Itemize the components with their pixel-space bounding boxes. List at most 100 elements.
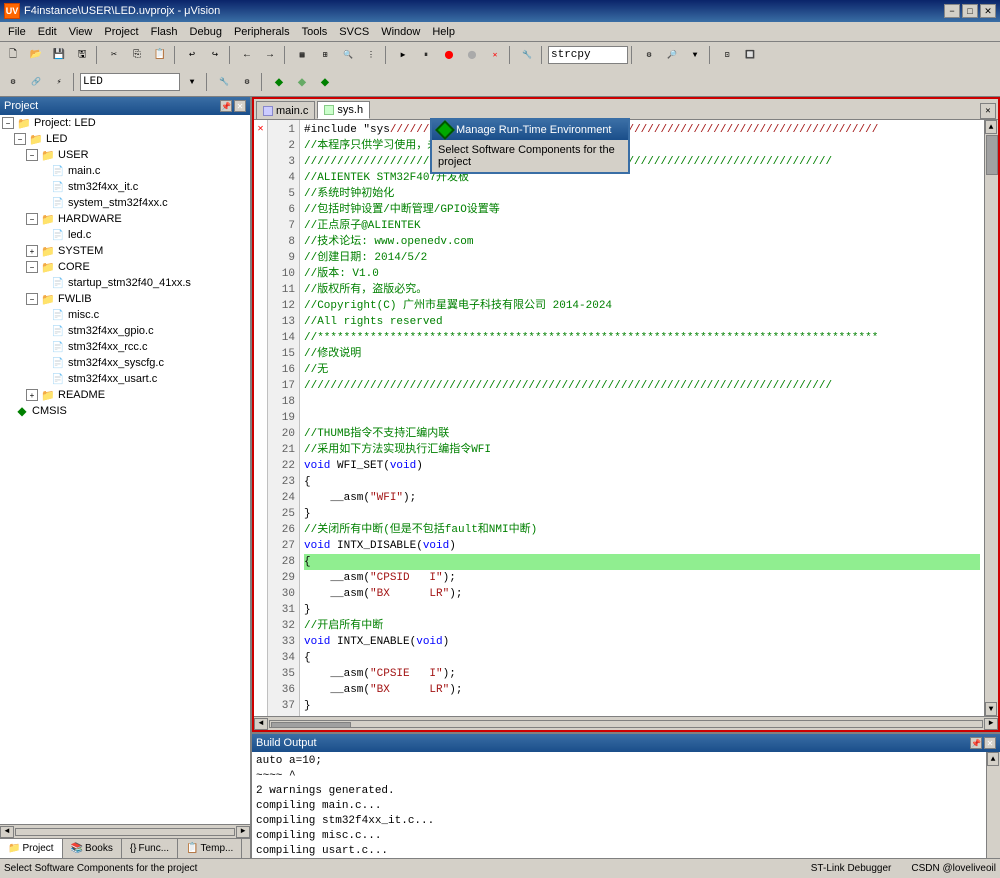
menu-peripherals[interactable]: Peripherals <box>228 25 296 39</box>
panel-tab-func[interactable]: {} Func... <box>122 839 178 858</box>
tree-item-readme[interactable]: + 📁 README <box>0 387 250 403</box>
toolbar-undo[interactable]: ↩ <box>181 45 203 65</box>
tree-item-led[interactable]: − 📁 LED <box>0 131 250 147</box>
toolbar-b7[interactable]: ⬤ <box>438 45 460 65</box>
toolbar-b15[interactable]: 🔲 <box>739 45 761 65</box>
toolbar-b13[interactable]: ▼ <box>684 45 706 65</box>
close-editor-button[interactable]: ✕ <box>980 103 996 119</box>
toolbar-b8[interactable]: ⬤ <box>461 45 483 65</box>
toolbar-b10[interactable]: 🔧 <box>516 45 538 65</box>
tab-sys-h[interactable]: sys.h <box>317 101 370 119</box>
tree-item-stm32-it[interactable]: 📄 stm32f4xx_it.c <box>0 179 250 195</box>
scroll-up-btn[interactable]: ▲ <box>985 120 997 134</box>
toolbar-paste[interactable]: 📋 <box>149 45 171 65</box>
tree-item-system-folder[interactable]: + 📁 SYSTEM <box>0 243 250 259</box>
tree-item-gpio[interactable]: 📄 stm32f4xx_gpio.c <box>0 323 250 339</box>
toolbar-t4[interactable]: 🔧 <box>213 72 235 92</box>
editor-hscrollbar[interactable]: ◄ ► <box>254 716 998 730</box>
expand-core[interactable]: − <box>26 261 38 273</box>
menu-debug[interactable]: Debug <box>184 25 228 39</box>
search-input[interactable]: strcpy <box>548 46 628 64</box>
tree-item-rcc[interactable]: 📄 stm32f4xx_rcc.c <box>0 339 250 355</box>
tree-item-system[interactable]: 📄 system_stm32f4xx.c <box>0 195 250 211</box>
tree-item-syscfg[interactable]: 📄 stm32f4xx_syscfg.c <box>0 355 250 371</box>
panel-close-button[interactable]: ✕ <box>234 100 246 112</box>
toolbar-copy[interactable]: ⎘ <box>126 45 148 65</box>
toolbar-t2[interactable]: 🔗 <box>25 72 47 92</box>
build-pin-btn[interactable]: 📌 <box>970 737 982 749</box>
toolbar-green2[interactable]: ◆ <box>291 72 313 92</box>
build-scroll-up[interactable]: ▲ <box>987 752 999 766</box>
toolbar-cut[interactable]: ✂ <box>103 45 125 65</box>
editor-vscrollbar[interactable]: ▲ ▼ <box>984 120 998 716</box>
expand-project[interactable]: − <box>2 117 14 129</box>
toolbar-b1[interactable]: ▦ <box>291 45 313 65</box>
toolbar-b3[interactable]: 🔍 <box>337 45 359 65</box>
expand-system[interactable]: + <box>26 245 38 257</box>
menu-flash[interactable]: Flash <box>145 25 184 39</box>
toolbar-b9[interactable]: ✕ <box>484 45 506 65</box>
menu-view[interactable]: View <box>63 25 99 39</box>
toolbar-open[interactable]: 📂 <box>25 45 47 65</box>
tree-item-project[interactable]: − 📁 Project: LED <box>0 115 250 131</box>
project-name-input[interactable]: LED <box>80 73 180 91</box>
toolbar-b11[interactable]: ⚙ <box>638 45 660 65</box>
close-button[interactable]: ✕ <box>980 4 996 18</box>
toolbar-b4[interactable]: ⋮ <box>360 45 382 65</box>
project-hscrollbar[interactable]: ◄ ► <box>0 824 250 838</box>
toolbar-b2[interactable]: ⊞ <box>314 45 336 65</box>
tree-item-main-c[interactable]: 📄 main.c <box>0 163 250 179</box>
tree-item-hardware[interactable]: − 📁 HARDWARE <box>0 211 250 227</box>
toolbar-b14[interactable]: ⊡ <box>716 45 738 65</box>
panel-pin-button[interactable]: 📌 <box>220 100 232 112</box>
toolbar-dropdown[interactable]: ▼ <box>181 72 203 92</box>
scroll-right-btn[interactable]: ► <box>236 826 250 838</box>
tab-main-c[interactable]: main.c <box>256 101 315 119</box>
tree-item-user[interactable]: − 📁 USER <box>0 147 250 163</box>
panel-tab-project[interactable]: 📁 Project <box>0 839 63 858</box>
menu-window[interactable]: Window <box>375 25 426 39</box>
expand-fwlib[interactable]: − <box>26 293 38 305</box>
tree-item-misc[interactable]: 📄 misc.c <box>0 307 250 323</box>
scroll-thumb-v[interactable] <box>986 135 998 175</box>
toolbar-forward[interactable]: → <box>259 45 281 65</box>
minimize-button[interactable]: − <box>944 4 960 18</box>
build-close-btn[interactable]: ✕ <box>984 737 996 749</box>
editor-scroll-left[interactable]: ◄ <box>254 718 268 730</box>
menu-project[interactable]: Project <box>98 25 144 39</box>
expand-readme[interactable]: + <box>26 389 38 401</box>
editor-scroll-right[interactable]: ► <box>984 718 998 730</box>
menu-svcs[interactable]: SVCS <box>333 25 375 39</box>
menu-tools[interactable]: Tools <box>296 25 334 39</box>
scroll-down-btn[interactable]: ▼ <box>985 702 997 716</box>
build-vscrollbar[interactable]: ▲ ▼ <box>986 752 1000 858</box>
tree-item-led-c[interactable]: 📄 led.c <box>0 227 250 243</box>
menu-edit[interactable]: Edit <box>32 25 63 39</box>
expand-user[interactable]: − <box>26 149 38 161</box>
maximize-button[interactable]: □ <box>962 4 978 18</box>
scroll-left-btn[interactable]: ◄ <box>0 826 14 838</box>
tree-item-core[interactable]: − 📁 CORE <box>0 259 250 275</box>
toolbar-t3[interactable]: ⚡ <box>48 72 70 92</box>
toolbar-t5[interactable]: ⚙ <box>236 72 258 92</box>
scroll-thumb[interactable] <box>15 828 235 836</box>
expand-led[interactable]: − <box>14 133 26 145</box>
panel-tab-books[interactable]: 📚 Books <box>63 839 122 858</box>
expand-hardware[interactable]: − <box>26 213 38 225</box>
tree-item-usart[interactable]: 📄 stm32f4xx_usart.c <box>0 371 250 387</box>
panel-tab-temp[interactable]: 📋 Temp... <box>178 839 242 858</box>
toolbar-b12[interactable]: 🔎 <box>661 45 683 65</box>
tree-item-startup[interactable]: 📄 startup_stm32f40_41xx.s <box>0 275 250 291</box>
toolbar-green3[interactable]: ◆ <box>314 72 336 92</box>
editor-scroll-thumb-h[interactable] <box>271 722 351 728</box>
toolbar-new[interactable]: 🗋 <box>2 45 24 65</box>
toolbar-green1[interactable]: ◆ <box>268 72 290 92</box>
toolbar-t1[interactable]: ⚙ <box>2 72 24 92</box>
toolbar-save[interactable]: 💾 <box>48 45 70 65</box>
menu-file[interactable]: File <box>2 25 32 39</box>
menu-help[interactable]: Help <box>426 25 461 39</box>
tree-item-cmsis[interactable]: ◆ CMSIS <box>0 403 250 419</box>
toolbar-save-all[interactable]: 🖫 <box>71 45 93 65</box>
tree-item-fwlib[interactable]: − 📁 FWLIB <box>0 291 250 307</box>
code-content[interactable]: #include "sys///////////////////////////… <box>300 120 984 716</box>
